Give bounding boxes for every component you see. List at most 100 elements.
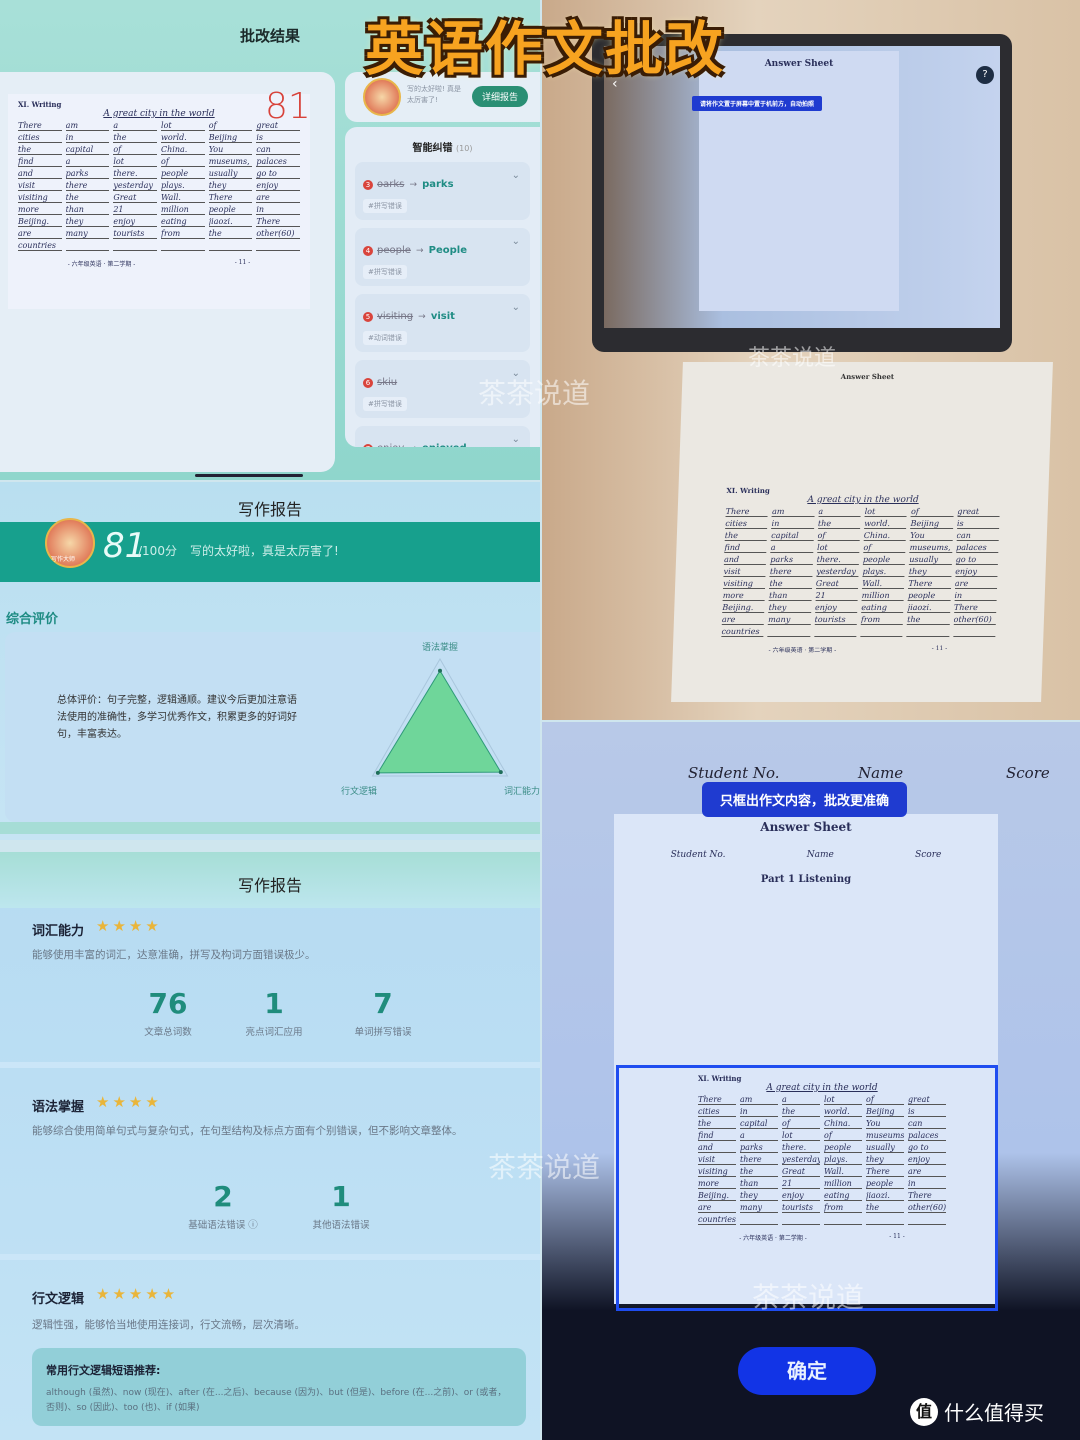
essay-section-label: XI. Writing: [726, 486, 770, 495]
essay-word: There: [256, 217, 301, 227]
chevron-down-icon[interactable]: ⌄: [512, 236, 520, 247]
essay-word: there: [65, 181, 110, 191]
wrong-word: visiting: [377, 311, 414, 322]
name-label: Name: [806, 850, 834, 860]
essay-word: Beijing: [208, 133, 253, 143]
essay-line: cities in the world. Beijing is: [725, 519, 1000, 529]
radar-chart: 语法掌握词汇能力 行文逻辑: [341, 642, 540, 797]
brand-logo-icon: 值: [910, 1397, 938, 1426]
phrase-recommendation-box: 常用行文逻辑短语推荐: although (虽然)、now (现在)、after…: [32, 1348, 526, 1426]
essay-image-card[interactable]: XI. Writing A great city in the world Ther…: [0, 72, 335, 472]
essay-word: people: [161, 169, 205, 179]
correct-word: enjoyed: [422, 443, 467, 447]
essay-title: A great city in the world: [807, 495, 919, 505]
essay-word: cities: [725, 519, 768, 529]
corrections-heading: 智能纠错 (10): [345, 139, 540, 154]
essay-line: find a lot of museums, palaces: [724, 543, 999, 553]
sheet-title: Answer Sheet: [840, 372, 895, 381]
essay-word: Great: [113, 193, 158, 203]
essay-word: find: [18, 157, 62, 167]
essay-word: [952, 627, 996, 637]
correction-item[interactable]: 3 oarks → parks ⌄ #拼写错误: [355, 162, 530, 220]
essay-word: enjoy: [814, 603, 858, 613]
writing-report-screen: 写作报告 写作大师 81 /100分 写的太好啦，真是太厉害了! 综合评价 总体…: [0, 482, 540, 840]
crop-frame-handle[interactable]: [616, 1065, 998, 1311]
essay-word: lot: [864, 507, 908, 517]
essay-word: more: [18, 205, 62, 215]
chevron-down-icon[interactable]: ⌄: [512, 170, 520, 181]
stat-label: 文章总词数: [144, 1027, 192, 1038]
essay-word: of: [863, 543, 906, 553]
essay-footer: - 六年级英语 · 第二学期 - - 11 -: [18, 259, 300, 268]
arrow-icon: →: [409, 444, 417, 447]
essay-word: than: [65, 205, 110, 215]
essay-line: Beijing. they enjoy eating jiaozi. There: [18, 217, 301, 227]
essay-word: jiaozi.: [907, 603, 951, 613]
essay-word: yesterday: [816, 567, 859, 577]
divider: [0, 1254, 540, 1260]
essay-word: parks: [770, 555, 813, 565]
essay-word: 21: [113, 205, 158, 215]
score-label: Score: [915, 850, 942, 860]
radar-point: [438, 668, 442, 673]
essay-word: palaces: [256, 157, 301, 167]
correction-item[interactable]: 7 enjoy → enjoyed ⌄: [355, 426, 530, 447]
essay-word: plays.: [161, 181, 205, 191]
essay-word: there.: [816, 555, 860, 565]
essay-word: they: [908, 567, 952, 577]
essay-word: other(60): [953, 615, 997, 625]
essay-word: visit: [723, 567, 767, 577]
report-title-2: 写作报告: [237, 876, 302, 895]
help-icon[interactable]: ?: [976, 66, 994, 84]
overall-heading: 综合评价: [6, 612, 59, 627]
essay-word: a: [65, 157, 110, 167]
radar-axis-label: 词汇能力: [504, 785, 540, 797]
student-no-label: Student No.: [688, 764, 780, 782]
essay-word: of: [817, 531, 861, 541]
badge-text: 写作大师: [51, 556, 76, 563]
essay-word: of: [161, 157, 205, 167]
chevron-down-icon[interactable]: ⌄: [512, 434, 520, 445]
score-suffix: /100分: [138, 544, 177, 558]
radar-value-area: [376, 669, 502, 774]
essay-word: parks: [65, 169, 110, 179]
chevron-down-icon[interactable]: ⌄: [512, 302, 520, 313]
essay-word: visiting: [723, 579, 766, 589]
brand-logo: 值什么值得买: [910, 1397, 1044, 1426]
stat-value: 76: [148, 987, 188, 1020]
essay-word: China.: [161, 145, 205, 155]
detailed-report-screen: 写作报告 词汇能力 ★★★★ 能够使用丰富的词汇，达意准确，拼写及构词方面错误极…: [0, 852, 540, 1440]
essay-section-label: XI. Writing: [18, 100, 62, 109]
essay-word: [161, 241, 205, 251]
essay-line: There am a lot of great: [18, 121, 301, 131]
essay-word: from: [161, 229, 205, 239]
error-tag: #动词错误: [363, 331, 407, 345]
arrow-icon: →: [418, 312, 426, 322]
essay-line: and parks there. people usually go to: [18, 169, 301, 179]
tablet-toast: 请将作文置于屏幕中置于机前方，自动拍照: [692, 96, 823, 111]
essay-word: than: [768, 591, 812, 601]
crop-hint-toast: 只框出作文内容，批改更准确: [702, 782, 908, 817]
essay-word: the: [724, 531, 768, 541]
brand-logo-text: 什么值得买: [944, 1401, 1044, 1425]
essay-word: jiaozi.: [208, 217, 253, 227]
essay-word: There: [725, 507, 769, 517]
stat-value: 2: [213, 1180, 233, 1213]
footer-label: - 六年级英语 · 第二学期 -: [768, 647, 837, 654]
essay-word: from: [860, 615, 904, 625]
essay-word: the: [817, 519, 861, 529]
confirm-button[interactable]: 确定: [738, 1347, 876, 1395]
correction-item[interactable]: 4 people → People ⌄ #拼写错误: [355, 228, 530, 286]
essay-word: enjoy: [256, 181, 301, 191]
phrases-list: although (虽然)、now (现在)、after (在...之后)、be…: [46, 1388, 507, 1413]
correction-item[interactable]: 5 visiting → visit ⌄ #动词错误: [355, 294, 530, 352]
logic-desc: 逻辑性强，能够恰当地使用连接词，行文流畅，层次清晰。: [32, 1319, 305, 1331]
wrong-word: people: [377, 245, 411, 256]
error-tag: #拼写错误: [363, 265, 407, 279]
stat-basic-grammar-errors[interactable]: 2 基础语法错误 ⓘ: [168, 1180, 278, 1232]
essay-word: a: [113, 121, 158, 131]
detail-report-button[interactable]: 详细报告: [471, 86, 528, 107]
essay-word: can: [956, 531, 1000, 541]
essay-word: million: [161, 205, 205, 215]
essay-word: the: [113, 133, 158, 143]
